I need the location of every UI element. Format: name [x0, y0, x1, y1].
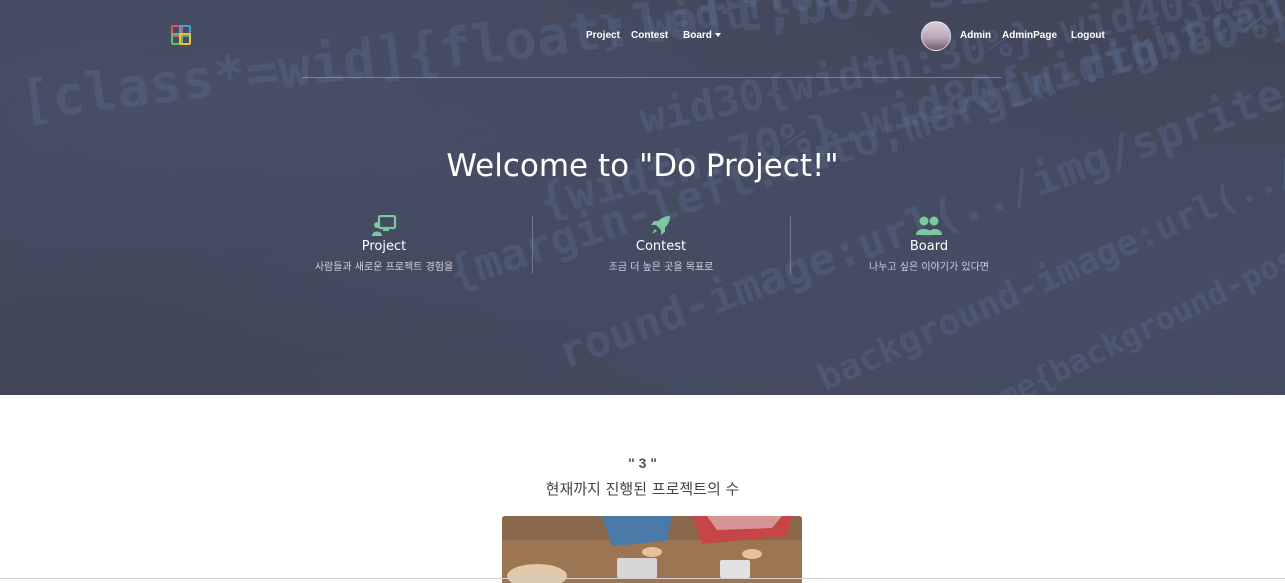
feature-title: Contest	[635, 239, 687, 254]
feature-description: 나누고 싶은 이야기가 있다면	[869, 262, 989, 273]
feature-description: 조금 더 높은 곳을 목표로	[608, 262, 714, 273]
logo-icon[interactable]	[170, 24, 194, 48]
feature-title: Board	[909, 239, 949, 254]
nav-admin-link[interactable]: Admin	[960, 30, 991, 41]
presentation-icon	[372, 215, 397, 236]
feature-project[interactable]: Project 사람들과 새로운 프로젝트 경험을	[255, 215, 513, 273]
nav-board-label: Board	[683, 30, 712, 41]
avatar[interactable]	[921, 21, 951, 51]
header-divider	[302, 77, 1002, 78]
feature-description: 사람들과 새로운 프로젝트 경험을	[314, 262, 454, 273]
feature-contest[interactable]: Contest 조금 더 높은 곳을 목표로	[532, 215, 790, 273]
top-navbar: Project Contest Board Admin AdminPage Lo…	[0, 0, 1285, 72]
caret-down-icon	[714, 33, 721, 38]
feature-board[interactable]: Board 나누고 싶은 이야기가 있다면	[800, 215, 1058, 273]
users-icon	[916, 216, 942, 235]
nav-logout-link[interactable]: Logout	[1071, 30, 1105, 41]
people-at-laptops-image	[502, 516, 802, 583]
nav-contest-link[interactable]: Contest	[631, 30, 668, 41]
project-count-label: 현재까지 진행된 프로젝트의 수	[545, 480, 740, 498]
nav-adminpage-link[interactable]: AdminPage	[1002, 30, 1057, 41]
rocket-icon	[651, 216, 670, 235]
hero-section: }.wid{float:left;box-sizing:border-box} …	[0, 0, 1285, 395]
nav-project-link[interactable]: Project	[586, 30, 620, 41]
project-count: " 3 "	[628, 455, 657, 471]
project-photo	[502, 516, 802, 583]
page-bottom-border	[0, 578, 1285, 579]
feature-title: Project	[361, 239, 407, 254]
welcome-heading: Welcome to "Do Project!"	[446, 148, 839, 184]
nav-board-dropdown[interactable]: Board	[683, 30, 721, 41]
feature-divider	[790, 216, 791, 274]
